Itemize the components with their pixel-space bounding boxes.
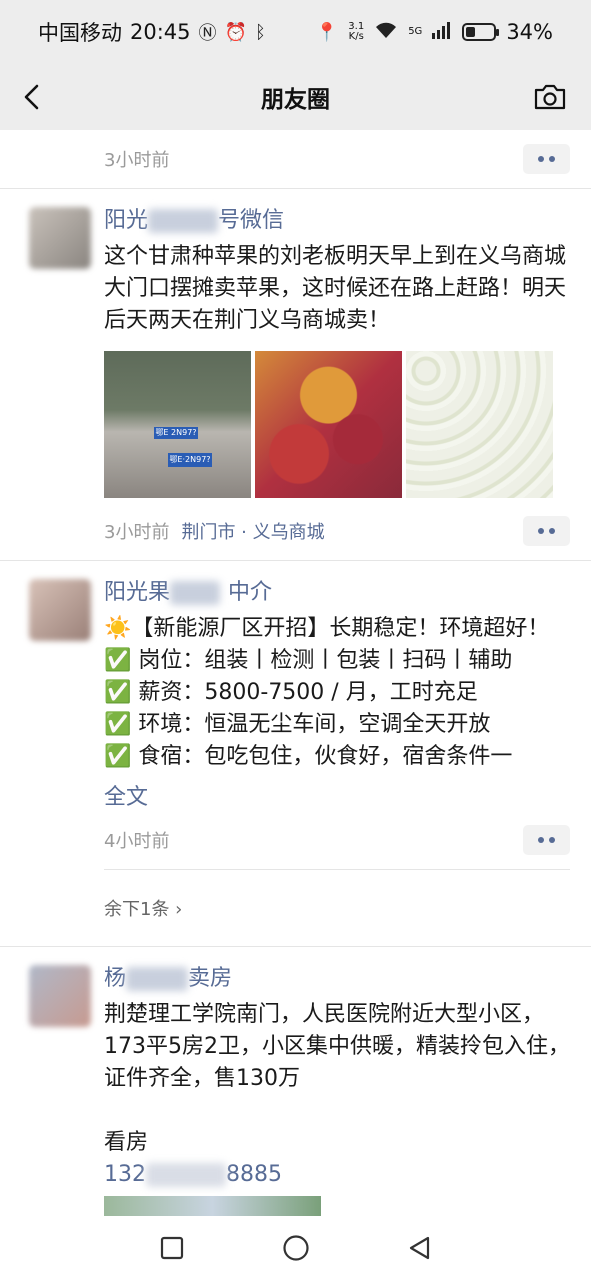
- post-time: 4小时前: [104, 831, 170, 852]
- more-actions-button[interactable]: [523, 144, 570, 174]
- blurred-name: [126, 967, 189, 991]
- full-text-link[interactable]: 全文: [104, 779, 570, 811]
- license-plate: 鄂E 2N97?: [154, 427, 198, 439]
- net-speed-unit: K/s: [348, 31, 364, 42]
- recents-button[interactable]: [157, 1233, 187, 1263]
- bluetooth-icon: ᛒ: [254, 21, 266, 43]
- post-content: 荆楚理工学院南门，人民医院附近大型小区，173平5房2卫，小区集中供暖，精装拎包…: [104, 1002, 570, 1091]
- author-name-end: 卖房: [188, 966, 233, 991]
- post-time: 3小时前: [104, 150, 170, 171]
- post-contact-line: 看房 132 8885: [104, 1095, 570, 1191]
- collapsed-posts-link[interactable]: 余下1条 ›: [0, 870, 591, 946]
- post-content: 这个甘肃种苹果的刘老板明天早上到在义乌商城大门口摆摊卖苹果，这时候还在路上赶路！…: [104, 244, 567, 333]
- blurred-phone: [146, 1163, 226, 1187]
- page-title: 朋友圈: [261, 87, 330, 113]
- home-button[interactable]: [281, 1233, 311, 1263]
- avatar[interactable]: [29, 579, 91, 641]
- camera-icon[interactable]: [533, 83, 567, 111]
- post-meta-row: 3小时前: [0, 130, 591, 188]
- nfc-icon: Ⓝ: [198, 23, 217, 44]
- wifi-icon: [374, 21, 398, 44]
- content-line: ✅ 环境：恒温无尘车间，空调全天开放: [104, 712, 491, 737]
- back-icon[interactable]: [18, 82, 48, 112]
- phone-number-start[interactable]: 132: [104, 1162, 146, 1187]
- network-type: 5G: [408, 26, 423, 37]
- post-meta-row: 4小时前: [0, 811, 591, 869]
- author-name-start: 阳光: [104, 208, 149, 233]
- license-plate: 鄂E·2N97?: [168, 453, 212, 467]
- battery-fill: [466, 27, 476, 37]
- author-name-end: 号微信: [218, 208, 285, 233]
- moments-feed: 3小时前 阳光 号微信 这个甘肃种苹果的刘老板明天早上到在义乌商城大门口摆摊卖苹果…: [0, 130, 591, 1191]
- content-line: ✅ 食宿：包吃包住，伙食好，宿舍条件一: [104, 744, 513, 769]
- status-right: 📍 3.1 K/s 5G 34%: [316, 20, 553, 44]
- contact-prefix: 看房: [104, 1130, 149, 1155]
- avatar[interactable]: [29, 207, 91, 269]
- photo-thumbnail[interactable]: [406, 351, 553, 498]
- avatar[interactable]: [29, 965, 91, 1027]
- nav-bar: 朋友圈: [0, 64, 591, 130]
- author-name-start: 杨: [104, 966, 127, 991]
- content-line: ☀️【新能源厂区开招】长期稳定！环境超好！: [104, 616, 550, 641]
- system-nav-bar: [0, 1216, 591, 1280]
- circle-icon: [282, 1235, 309, 1261]
- triangle-back-icon: [409, 1236, 429, 1260]
- post-item: 阳光果 中介 ☀️【新能源厂区开招】长期稳定！环境超好！ ✅ 岗位：组装丨检测丨包…: [0, 561, 591, 811]
- back-button[interactable]: [405, 1233, 435, 1263]
- post-content: ☀️【新能源厂区开招】长期稳定！环境超好！ ✅ 岗位：组装丨检测丨包装丨扫码丨辅…: [104, 613, 570, 773]
- post-time: 3小时前: [104, 522, 170, 543]
- post-item: 阳光 号微信 这个甘肃种苹果的刘老板明天早上到在义乌商城大门口摆摊卖苹果，这时候还…: [0, 189, 591, 498]
- phone-number-end[interactable]: 8885: [226, 1162, 282, 1187]
- post-meta-row: 3小时前 荆门市 · 义乌商城: [0, 502, 591, 560]
- clock: 20:45: [130, 20, 191, 44]
- net-speed: 3.1 K/s: [348, 22, 364, 42]
- author-name-end: 中介: [228, 580, 273, 605]
- status-left: 中国移动 20:45 Ⓝ ⏰ ᛒ: [38, 17, 316, 47]
- post-location[interactable]: 荆门市 · 义乌商城: [181, 518, 324, 544]
- carrier-label: 中国移动: [38, 21, 122, 45]
- battery-icon: [462, 23, 500, 41]
- photo-thumbnail[interactable]: [255, 351, 402, 498]
- photo-grid: 鄂E 2N97? 鄂E·2N97?: [104, 351, 570, 498]
- status-bar: 中国移动 20:45 Ⓝ ⏰ ᛒ 📍 3.1 K/s 5G 34%: [0, 0, 591, 64]
- author-name[interactable]: 阳光果 中介: [104, 577, 570, 609]
- more-actions-button[interactable]: [523, 516, 570, 546]
- content-line: ✅ 岗位：组装丨检测丨包装丨扫码丨辅助: [104, 648, 513, 673]
- more-actions-button[interactable]: [523, 825, 570, 855]
- battery-percent: 34%: [506, 20, 553, 44]
- alarm-icon: ⏰: [224, 21, 247, 43]
- author-name[interactable]: 阳光 号微信: [104, 205, 570, 237]
- square-icon: [160, 1236, 183, 1260]
- author-name[interactable]: 杨 卖房: [104, 963, 570, 995]
- photo-thumbnail[interactable]: 鄂E 2N97? 鄂E·2N97?: [104, 351, 251, 498]
- blurred-name: [148, 209, 219, 233]
- blurred-name: [170, 581, 221, 605]
- signal-icon: [432, 21, 452, 44]
- post-item: 杨 卖房 荆楚理工学院南门，人民医院附近大型小区，173平5房2卫，小区集中供暖，…: [0, 947, 591, 1191]
- content-line: ✅ 薪资：5800-7500 / 月，工时充足: [104, 680, 478, 705]
- post-image-partial[interactable]: [104, 1196, 321, 1216]
- location-icon: 📍: [315, 21, 339, 43]
- author-name-start: 阳光果: [104, 580, 171, 605]
